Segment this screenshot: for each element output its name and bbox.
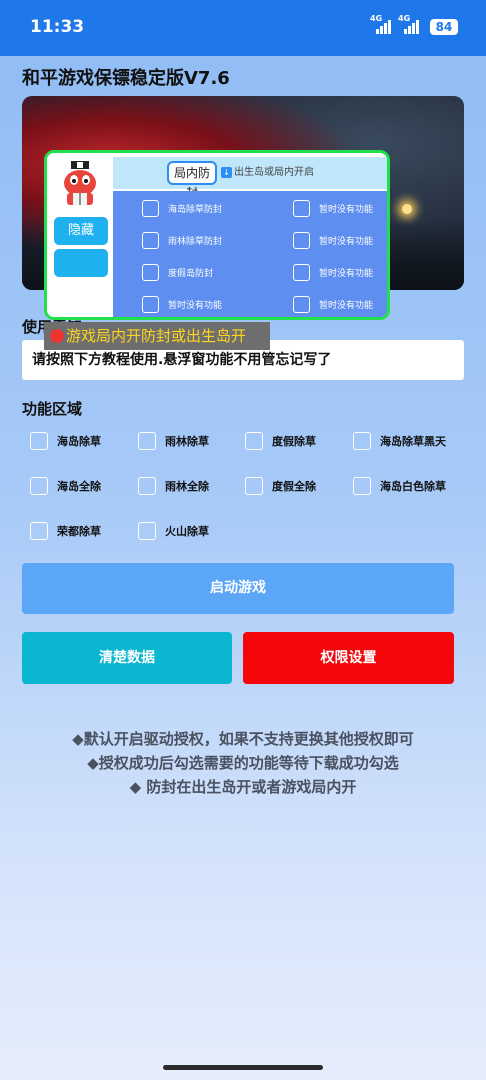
checkbox[interactable] [293, 264, 310, 281]
checkbox[interactable] [293, 232, 310, 249]
blank-button[interactable] [54, 249, 108, 277]
features-label: 功能区域 [22, 400, 83, 418]
permission-settings-button[interactable]: 权限设置 [243, 632, 454, 684]
checkbox[interactable] [353, 477, 371, 495]
tab-in-game-protection[interactable]: 局内防封 [167, 161, 217, 200]
checkbox[interactable] [245, 477, 263, 495]
checkbox[interactable] [30, 432, 48, 450]
checkbox[interactable] [142, 296, 159, 313]
mascot-avatar-icon[interactable] [55, 159, 105, 209]
tooltip: 游戏局内开防封或出生岛开 [44, 322, 270, 350]
checkbox[interactable] [293, 296, 310, 313]
home-indicator[interactable] [163, 1065, 323, 1070]
checkbox[interactable] [142, 232, 159, 249]
tab-download-hint[interactable]: ↓ 出生岛或局内开启 [221, 161, 314, 185]
checkbox[interactable] [30, 522, 48, 540]
checkbox[interactable] [142, 264, 159, 281]
download-icon: ↓ [221, 166, 232, 178]
info-line: ◆ 防封在出生岛开或者游戏局内开 [129, 778, 357, 796]
light-glow [402, 204, 412, 214]
info-line: ◆授权成功后勾选需要的功能等待下载成功勾选 [87, 754, 399, 772]
floating-window[interactable]: 隐藏 局内防封 ↓出生岛或局内开启 海岛除草防封 雨林除草防封 度假岛防封 暂时… [44, 150, 390, 320]
status-bar: 11:33 4G 4G 84 [0, 0, 486, 56]
checkbox[interactable] [245, 432, 263, 450]
checkbox[interactable] [30, 477, 48, 495]
float-tabs: 局内防封 ↓出生岛或局内开启 [113, 157, 387, 200]
checkbox[interactable] [353, 432, 371, 450]
battery-indicator: 84 [430, 19, 458, 35]
clear-data-button[interactable]: 清楚数据 [22, 632, 232, 684]
checkbox[interactable] [142, 200, 159, 217]
checkbox[interactable] [293, 200, 310, 217]
checkbox[interactable] [138, 522, 156, 540]
float-options-panel: 海岛除草防封 雨林除草防封 度假岛防封 暂时没有功能 暂时没有功能 暂时没有功能… [113, 191, 387, 317]
red-dot-icon [50, 328, 64, 343]
start-game-button[interactable]: 启动游戏 [22, 563, 454, 614]
signal-icon: 4G [370, 14, 392, 34]
checkbox[interactable] [138, 432, 156, 450]
hide-button[interactable]: 隐藏 [54, 217, 108, 245]
app-title: 和平游戏保镖稳定版V7.6 [22, 68, 230, 89]
status-time: 11:33 [30, 17, 85, 37]
info-line: ◆默认开启驱动授权，如果不支持更换其他授权即可 [72, 730, 414, 748]
checkbox[interactable] [138, 477, 156, 495]
signal-icon-2: 4G [398, 14, 420, 34]
